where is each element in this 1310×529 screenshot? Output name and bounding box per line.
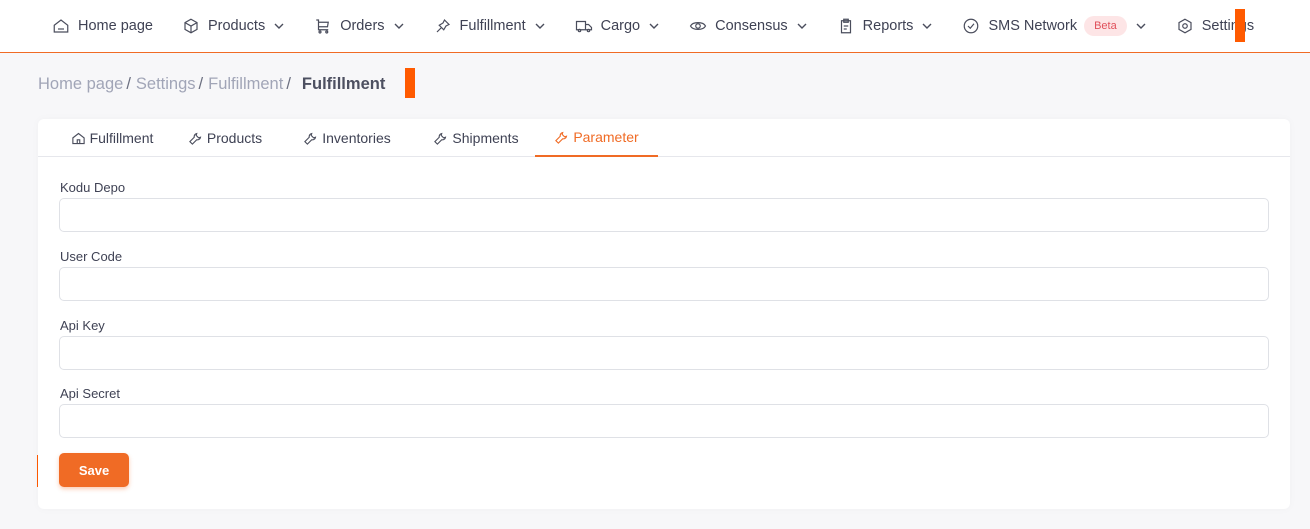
tab-inventories[interactable]: Inventories (297, 119, 397, 157)
home-icon (71, 131, 86, 146)
wrench-icon (188, 131, 203, 146)
nav-item-label: Settings (1201, 18, 1255, 34)
tab-label: Fulfillment (89, 130, 154, 146)
nav-item-label: Orders (340, 18, 385, 34)
breadcrumb-item-fulfillment[interactable]: Fulfillment (208, 75, 283, 94)
tab-label: Parameter (573, 129, 639, 145)
chevron-down-icon (796, 20, 808, 32)
pin-icon (434, 17, 452, 35)
nav-item-orders[interactable]: Orders (314, 2, 404, 50)
api-secret-label: Api Secret (60, 386, 120, 401)
truck-icon (575, 17, 593, 35)
top-navigation: Home page Products Orders Fulfillment Ca… (0, 0, 1310, 53)
gear-icon (1176, 17, 1194, 35)
kodu-depo-input[interactable] (59, 198, 1269, 232)
nav-item-label: Products (207, 18, 266, 34)
tab-shipments[interactable]: Shipments (424, 119, 528, 157)
api-key-label: Api Key (60, 318, 105, 333)
kodu-depo-label: Kodu Depo (60, 180, 126, 195)
wrench-icon (433, 131, 448, 146)
highlight-marker (405, 68, 415, 98)
tab-bar: Fulfillment Products Inventories Shipmen… (38, 119, 1290, 157)
nav-item-sms-network[interactable]: SMS Network Beta (962, 2, 1146, 50)
nav-item-label: Reports (862, 18, 914, 34)
breadcrumb-separator: / (286, 75, 291, 93)
cart-icon (314, 17, 332, 35)
chevron-down-icon (534, 20, 546, 32)
tab-label: Inventories (322, 130, 391, 146)
nav-item-home-page[interactable]: Home page (52, 2, 153, 50)
breadcrumb: Home page / Settings / Fulfillment / Ful… (38, 75, 385, 94)
page-title: Fulfillment (301, 75, 386, 93)
user-code-input[interactable] (59, 267, 1269, 301)
nav-item-fulfillment[interactable]: Fulfillment (434, 2, 546, 50)
chevron-down-icon (393, 20, 405, 32)
wrench-icon (554, 130, 569, 145)
breadcrumb-item-home-page[interactable]: Home page (38, 75, 123, 94)
api-secret-input[interactable] (59, 404, 1269, 438)
nav-item-label: Cargo (600, 18, 641, 34)
breadcrumb-item-settings[interactable]: Settings (136, 75, 196, 94)
nav-item-label: SMS Network (988, 18, 1078, 34)
nav-item-cargo[interactable]: Cargo (575, 2, 661, 50)
tab-label: Shipments (452, 130, 519, 146)
nav-item-products[interactable]: Products (182, 2, 285, 50)
tab-parameter[interactable]: Parameter (535, 119, 658, 157)
nav-item-label: Home page (78, 18, 153, 34)
box-icon (182, 17, 200, 35)
chevron-down-icon (1135, 20, 1147, 32)
nav-item-label: Fulfillment (459, 18, 526, 34)
tab-fulfillment[interactable]: Fulfillment (56, 119, 168, 157)
wrench-icon (303, 131, 318, 146)
chevron-down-icon (648, 20, 660, 32)
nav-item-label: Consensus (715, 18, 788, 34)
tab-label: Products (206, 130, 263, 146)
breadcrumb-separator: / (198, 75, 204, 93)
user-code-label: User Code (60, 249, 123, 264)
chevron-down-icon (273, 20, 285, 32)
clipboard-icon (837, 17, 855, 35)
chevron-down-icon (921, 20, 933, 32)
home-icon (52, 17, 70, 35)
highlight-marker (1235, 9, 1245, 42)
api-key-input[interactable] (59, 336, 1269, 370)
settings-card: Fulfillment Products Inventories Shipmen… (38, 119, 1290, 509)
check-circle-icon (962, 17, 980, 35)
nav-item-consensus[interactable]: Consensus (689, 2, 808, 50)
eye-icon (689, 17, 707, 35)
tab-products[interactable]: Products (181, 119, 269, 157)
save-button[interactable]: Save (59, 453, 129, 487)
breadcrumb-separator: / (126, 75, 131, 93)
nav-item-reports[interactable]: Reports (837, 2, 934, 50)
beta-badge: Beta (1084, 16, 1127, 36)
